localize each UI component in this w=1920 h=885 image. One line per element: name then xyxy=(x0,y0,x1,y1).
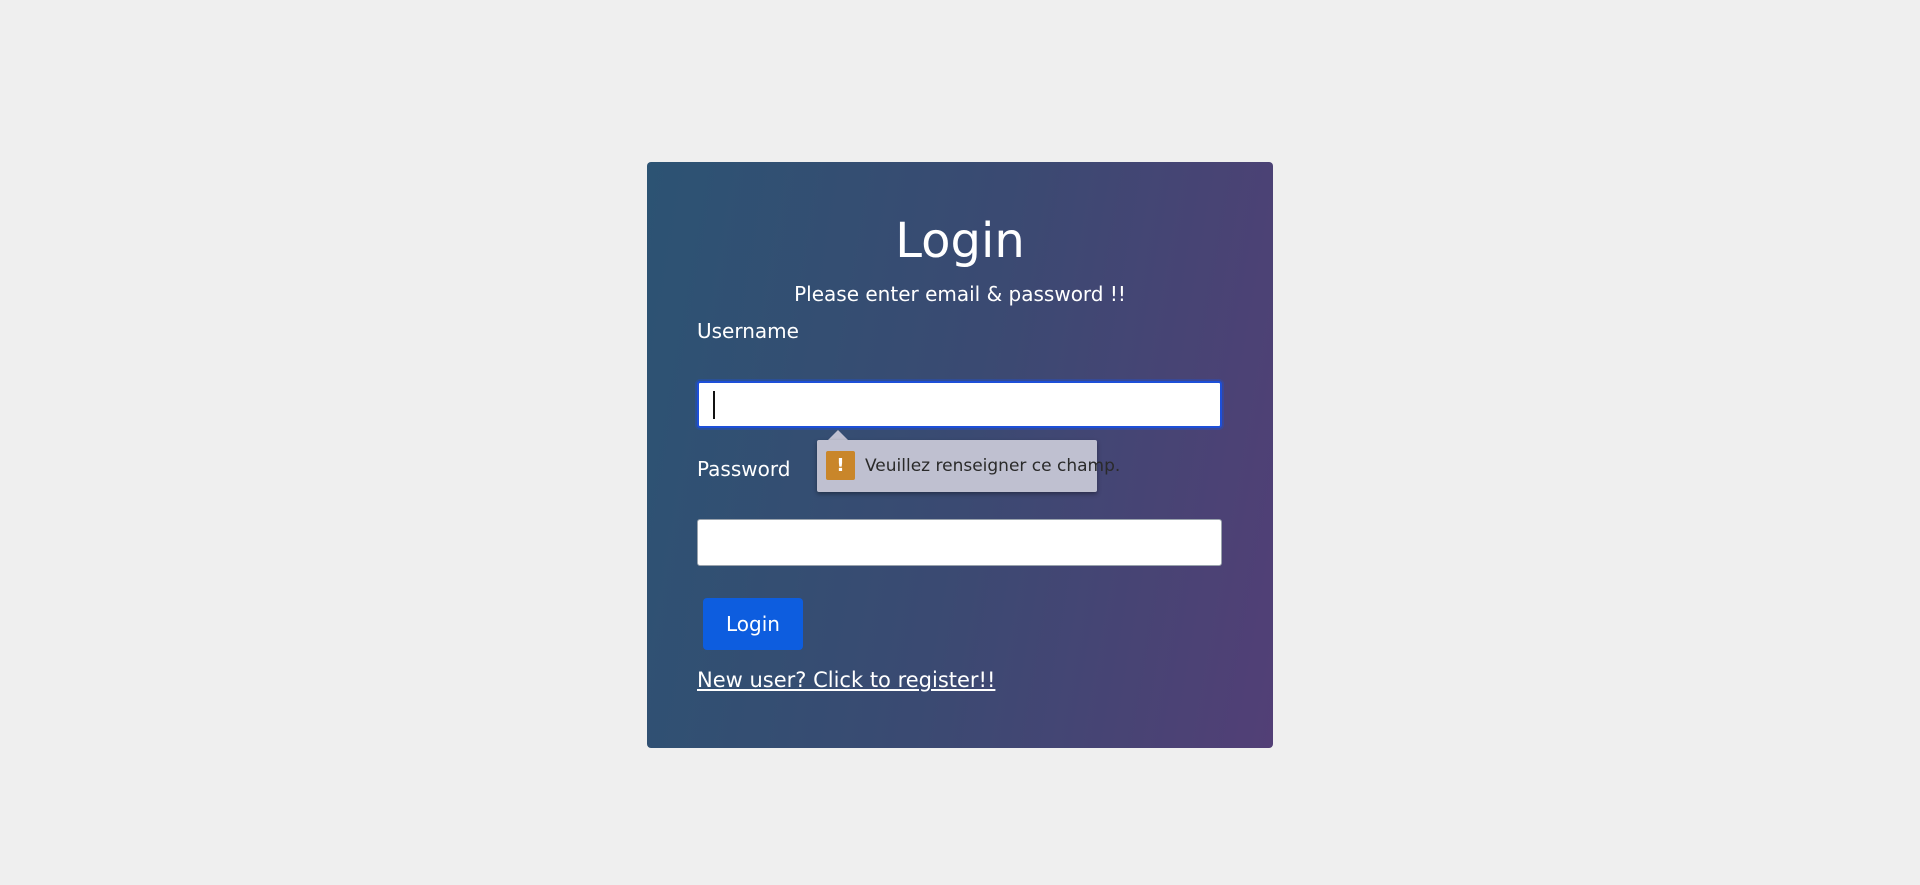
password-label: Password xyxy=(697,457,791,481)
text-caret xyxy=(713,391,715,419)
password-input[interactable] xyxy=(697,519,1222,566)
username-input[interactable] xyxy=(697,381,1222,428)
page-title: Login xyxy=(895,213,1025,269)
warning-icon: ! xyxy=(826,451,855,480)
validation-tooltip: ! Veuillez renseigner ce champ. xyxy=(817,440,1120,492)
login-button[interactable]: Login xyxy=(703,598,803,650)
tooltip-message: Veuillez renseigner ce champ. xyxy=(865,456,1121,476)
tooltip-arrow xyxy=(828,430,848,440)
username-label: Username xyxy=(697,319,799,343)
login-subtitle: Please enter email & password !! xyxy=(794,282,1126,306)
register-link[interactable]: New user? Click to register!! xyxy=(697,667,995,693)
